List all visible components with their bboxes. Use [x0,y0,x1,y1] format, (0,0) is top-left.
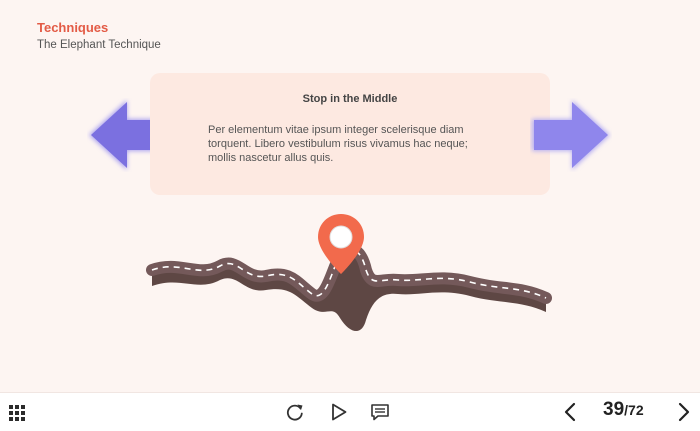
replay-icon[interactable] [285,402,305,422]
slide-counter: 39/72 [603,399,644,423]
current-slide-number: 39 [603,399,625,420]
notes-icon[interactable] [370,402,390,422]
section-title: Techniques [37,20,109,35]
winding-road-illustration [140,208,560,348]
chevron-left-icon[interactable] [561,402,581,422]
player-toolbar [0,392,700,431]
play-icon[interactable] [329,402,349,422]
card-title: Stop in the Middle [302,93,398,105]
total-slides: 72 [628,402,644,418]
slide-subtitle: The Elephant Technique [37,39,161,51]
info-card: Stop in the Middle Per elementum vitae i… [150,73,550,195]
arrow-right-icon[interactable] [530,98,612,172]
slide-stage: Techniques The Elephant Technique Stop i… [0,0,700,392]
grid-icon[interactable] [9,404,27,422]
card-body-text: Per elementum vitae ipsum integer sceler… [208,124,468,164]
chevron-right-icon[interactable] [673,402,693,422]
